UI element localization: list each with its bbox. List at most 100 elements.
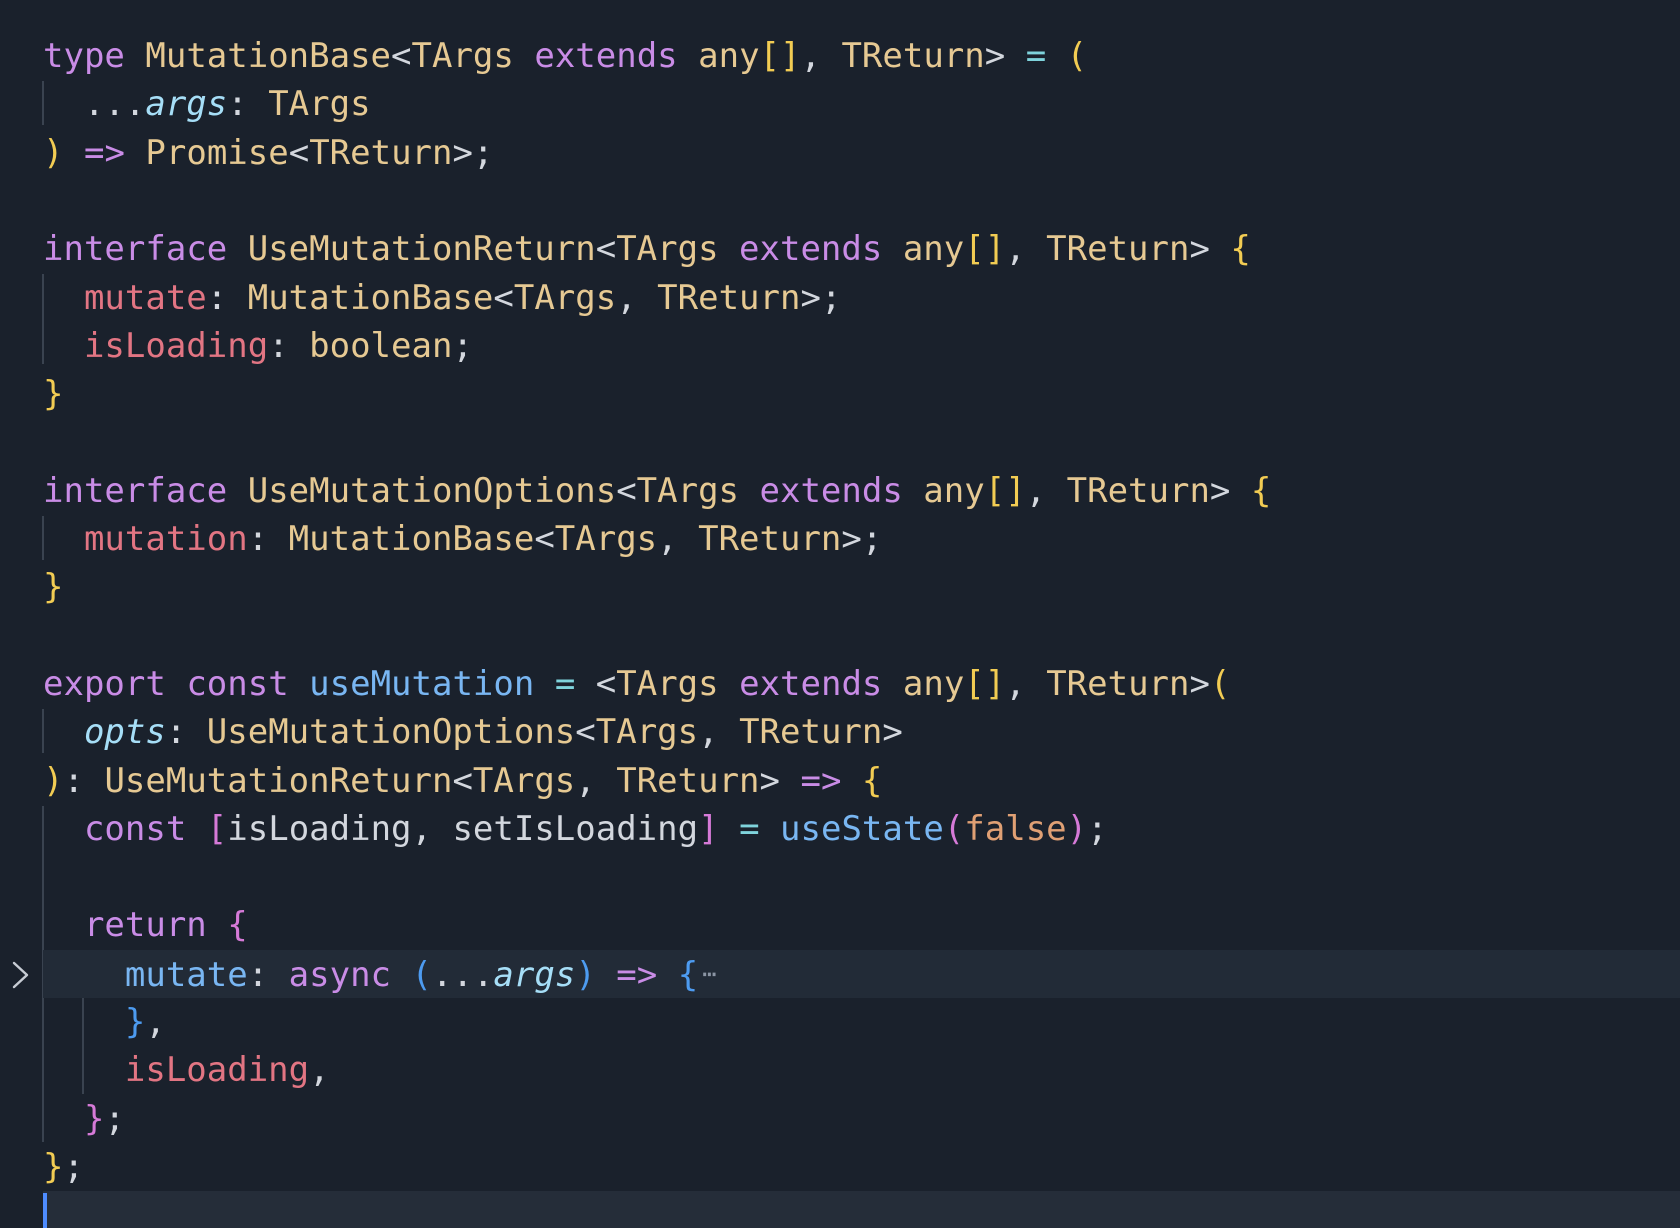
code-text: mutation: MutationBase<TArgs, TReturn>; (43, 515, 882, 563)
code-token: async (288, 954, 392, 995)
code-text: }; (43, 1143, 84, 1191)
code-text: isLoading: boolean; (43, 322, 473, 370)
code-line[interactable]: return { (0, 901, 1680, 949)
code-token: TArgs (616, 663, 719, 704)
code-line[interactable] (0, 612, 1680, 660)
chevron-right-icon[interactable] (10, 960, 30, 990)
code-token: boolean (309, 325, 453, 366)
code-token: { (861, 760, 883, 801)
code-token: ; (452, 325, 473, 366)
code-token: ) (1066, 808, 1088, 849)
code-line[interactable]: export const useMutation = <TArgs extend… (0, 660, 1680, 708)
code-line[interactable] (0, 177, 1680, 225)
code-text: }; (43, 1095, 125, 1143)
code-token: } (43, 567, 64, 608)
code-token: ... (432, 954, 494, 995)
code-token: [] (984, 470, 1026, 511)
code-line[interactable]: isLoading, (0, 1046, 1680, 1094)
code-token: { (677, 954, 699, 995)
code-line[interactable]: ...args: TArgs (0, 80, 1680, 128)
code-token: { (1230, 229, 1251, 270)
code-token: args (145, 84, 228, 125)
folded-region-ellipsis[interactable]: ⋯ (702, 950, 716, 998)
code-token: TReturn (1046, 229, 1190, 270)
code-token: const (186, 663, 289, 704)
code-token: TArgs (513, 277, 617, 318)
code-token: >; (800, 277, 842, 318)
code-text: mutate: async (...args) => {⋯ (43, 950, 717, 999)
code-token: TReturn (1066, 470, 1210, 511)
code-line[interactable]: }; (0, 1095, 1680, 1143)
code-token: mutate (124, 954, 248, 995)
code-token: : (268, 325, 310, 366)
code-token: extends (739, 663, 883, 704)
code-line[interactable] (0, 418, 1680, 466)
code-token: > (1189, 663, 1210, 704)
code-line[interactable]: ) => Promise<TReturn>; (0, 129, 1680, 177)
code-token: >; (841, 519, 883, 559)
code-line[interactable]: } (0, 370, 1680, 418)
code-token: = (554, 663, 576, 704)
code-token: TArgs (411, 36, 514, 76)
code-token: [] (759, 36, 801, 76)
code-token: ] (698, 808, 719, 849)
code-token: TReturn (739, 712, 883, 753)
code-text: type MutationBase<TArgs extends any[], T… (43, 32, 1087, 80)
code-text: isLoading, (43, 1046, 330, 1094)
code-line[interactable]: ): UseMutationReturn<TArgs, TReturn> => … (0, 757, 1680, 805)
code-line[interactable]: interface UseMutationOptions<TArgs exten… (0, 467, 1680, 515)
code-token: < (616, 470, 637, 511)
code-token: Promise (145, 132, 289, 173)
code-token: >; (452, 132, 494, 173)
code-token: opts (83, 712, 166, 753)
code-line[interactable]: mutate: MutationBase<TArgs, TReturn>; (0, 274, 1680, 322)
code-token: [] (964, 663, 1006, 704)
code-token: : (247, 954, 289, 995)
code-text: interface UseMutationReturn<TArgs extend… (43, 225, 1251, 273)
code-token: TReturn (309, 132, 453, 173)
code-line[interactable]: }; (0, 1143, 1680, 1191)
code-line[interactable]: opts: UseMutationOptions<TArgs, TReturn> (0, 708, 1680, 756)
code-token: } (124, 1002, 146, 1042)
code-token: isLoading (83, 325, 269, 366)
code-token: > (1189, 229, 1231, 270)
code-token: TArgs (636, 470, 740, 511)
code-editor[interactable]: type MutationBase<TArgs extends any[], T… (0, 0, 1680, 1228)
code-text: interface UseMutationOptions<TArgs exten… (43, 467, 1271, 515)
code-line[interactable]: isLoading: boolean; (0, 322, 1680, 370)
code-token: { (227, 905, 248, 946)
code-line[interactable] (0, 853, 1680, 901)
code-line[interactable]: type MutationBase<TArgs extends any[], T… (0, 32, 1680, 80)
code-line[interactable]: mutation: MutationBase<TArgs, TReturn>; (0, 515, 1680, 563)
code-token: any (923, 470, 985, 511)
code-line[interactable]: interface UseMutationReturn<TArgs extend… (0, 225, 1680, 273)
code-token: [ (206, 808, 228, 849)
code-token: { (1250, 470, 1272, 511)
code-text: const [isLoading, setIsLoading] = useSta… (43, 805, 1108, 853)
code-token: any (902, 663, 965, 704)
code-line[interactable]: } (0, 563, 1680, 611)
code-token: > (759, 760, 801, 801)
code-line[interactable]: const [isLoading, setIsLoading] = useSta… (0, 805, 1680, 853)
code-line[interactable]: mutate: async (...args) => {⋯ (43, 949, 1680, 999)
code-token: false (964, 808, 1067, 849)
code-text: return { (43, 901, 248, 949)
code-token: TReturn (698, 519, 842, 559)
code-token: useState (780, 808, 944, 849)
code-line[interactable]: }, (0, 998, 1680, 1046)
code-token: mutate (83, 277, 207, 318)
code-line[interactable] (43, 1191, 1680, 1228)
code-token: any (698, 36, 760, 76)
